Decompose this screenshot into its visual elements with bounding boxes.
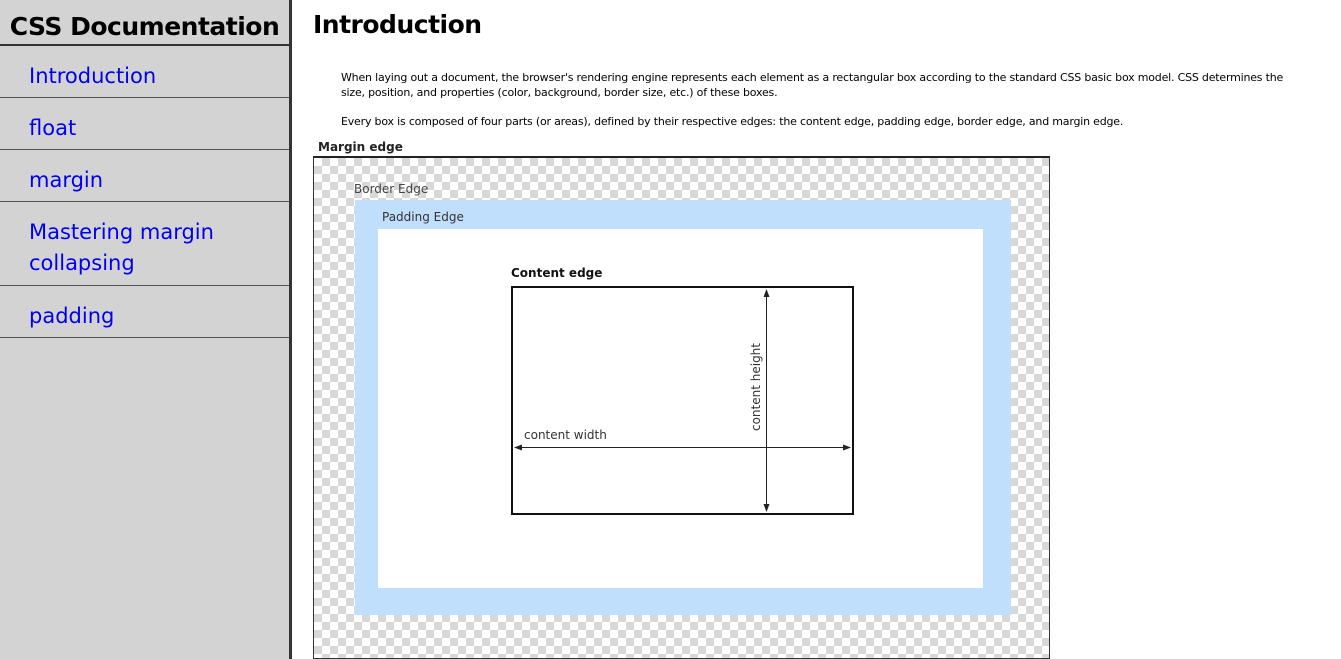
box-parts-paragraph: Every box is composed of four parts (or … [341, 115, 1124, 128]
intro-paragraph: When laying out a document, the browser'… [341, 71, 1284, 99]
sidebar-item-introduction[interactable]: Introduction [0, 46, 289, 98]
sidebar-nav: Introduction float margin Mastering marg… [0, 46, 289, 338]
sidebar-item-float[interactable]: float [0, 98, 289, 150]
content-width-arrow [514, 444, 851, 451]
page-title: Introduction [313, 10, 482, 39]
main-content: Introduction When laying out a document,… [312, 0, 1312, 659]
content-height-arrow [763, 289, 770, 512]
sidebar-item-mastering-margin-collapsing[interactable]: Mastering margin collapsing [0, 202, 289, 286]
page: CSS Documentation Introduction float mar… [0, 0, 1341, 659]
sidebar-title: CSS Documentation [0, 0, 289, 46]
dimension-arrows [514, 289, 851, 512]
content-width-label: content width [524, 428, 607, 442]
box-model-diagram: Margin edge Border Edge Padding Edge Con… [312, 138, 1054, 659]
sidebar-item-padding[interactable]: padding [0, 286, 289, 338]
sidebar-item-margin[interactable]: margin [0, 150, 289, 202]
content-height-label: content height [749, 343, 763, 432]
sidebar: CSS Documentation Introduction float mar… [0, 0, 292, 659]
